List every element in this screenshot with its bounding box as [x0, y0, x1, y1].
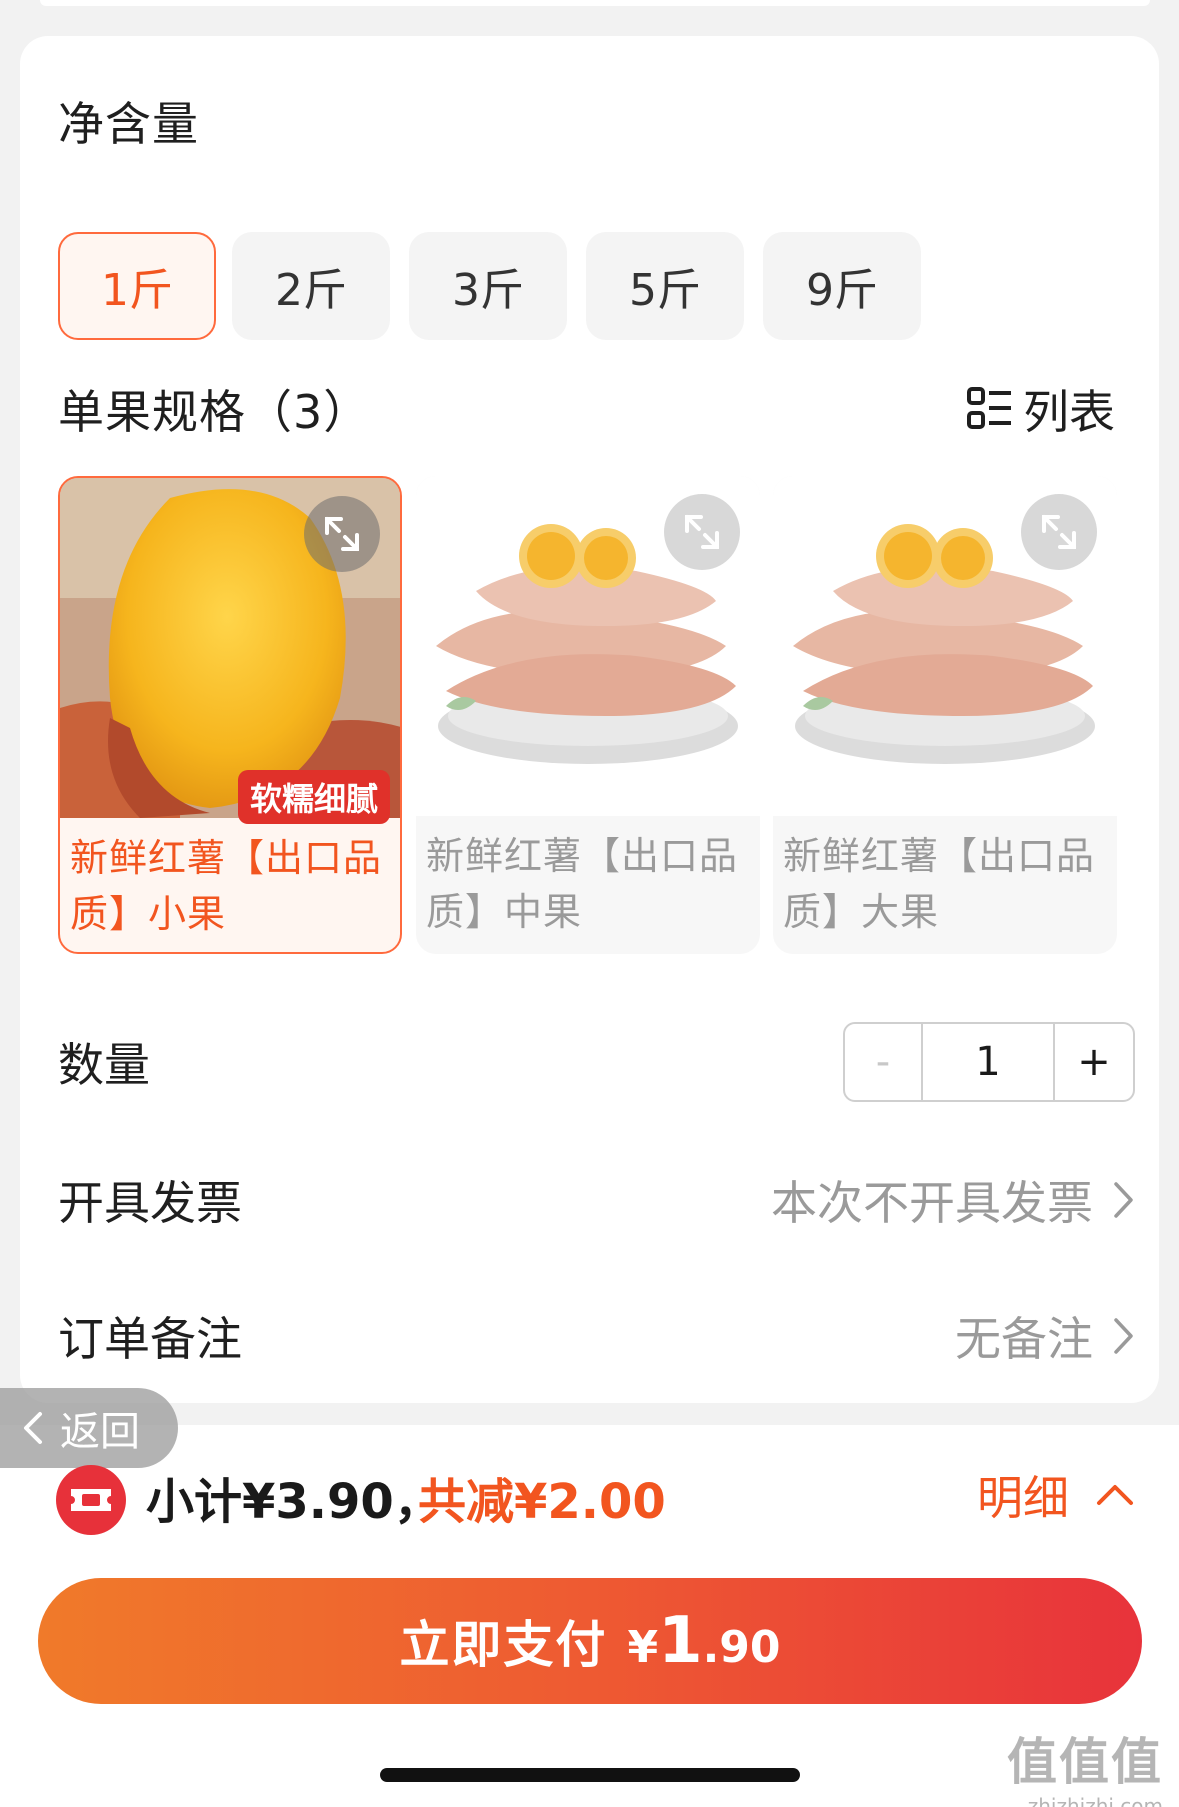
spec-card-medium[interactable]: 新鲜红薯【出口品质】中果	[416, 476, 760, 954]
weight-option-5jin[interactable]: 5斤	[586, 232, 744, 340]
quantity-stepper[interactable]: - 1 +	[843, 1022, 1135, 1102]
expand-icon	[685, 515, 719, 549]
spec-card-small[interactable]: 软糯细腻 新鲜红薯【出口品质】小果	[58, 476, 402, 954]
chevron-right-icon	[1114, 1182, 1133, 1218]
pay-price-dec: .90	[702, 1622, 781, 1673]
invoice-value: 本次不开具发票	[771, 1176, 1093, 1230]
pay-label: 立即支付	[399, 1616, 608, 1674]
quantity-label: 数量	[58, 1038, 150, 1092]
expand-image-button[interactable]	[664, 494, 740, 570]
remark-row[interactable]: 订单备注 无备注	[58, 1296, 1135, 1376]
expand-icon	[1042, 515, 1076, 549]
invoice-row[interactable]: 开具发票 本次不开具发票	[58, 1160, 1135, 1240]
pay-price: ¥ 1 .90	[627, 1604, 780, 1678]
subtotal-text: 小计¥3.90，	[146, 1474, 442, 1530]
watermark-main: 值值值	[1007, 1733, 1163, 1791]
home-indicator[interactable]	[380, 1768, 800, 1782]
expand-image-button[interactable]	[1021, 494, 1097, 570]
chevron-up-icon	[1097, 1485, 1133, 1505]
pay-currency: ¥	[627, 1622, 659, 1673]
spec-label-small: 新鲜红薯【出口品质】小果	[70, 836, 383, 936]
list-icon	[967, 387, 1011, 429]
pay-price-int: 1	[658, 1604, 703, 1678]
feature-badge: 软糯细腻	[237, 770, 390, 824]
chevron-left-icon	[24, 1412, 42, 1444]
spec-label-large: 新鲜红薯【出口品质】大果	[783, 834, 1096, 934]
spec-title: 单果规格（3）	[58, 385, 371, 439]
remark-value: 无备注	[955, 1312, 1093, 1366]
coupon-icon	[56, 1465, 126, 1535]
invoice-value-group: 本次不开具发票	[771, 1167, 1135, 1233]
weight-option-3jin[interactable]: 3斤	[409, 232, 567, 340]
remark-value-group: 无备注	[955, 1303, 1135, 1369]
pay-now-button[interactable]: 立即支付 ¥ 1 .90	[38, 1578, 1142, 1704]
decrement-button[interactable]: -	[845, 1024, 923, 1100]
detail-label: 明细	[977, 1471, 1069, 1525]
list-view-toggle[interactable]: 列表	[967, 376, 1115, 442]
net-weight-title: 净含量	[58, 97, 199, 151]
quantity-row: 数量	[58, 1022, 458, 1102]
list-view-label: 列表	[1023, 385, 1115, 439]
expand-icon	[325, 517, 359, 551]
remark-label: 订单备注	[58, 1312, 242, 1366]
increment-button[interactable]: +	[1055, 1024, 1133, 1100]
weight-option-9jin[interactable]: 9斤	[763, 232, 921, 340]
invoice-label: 开具发票	[58, 1176, 242, 1230]
quantity-value[interactable]: 1	[923, 1024, 1055, 1100]
spec-card-large[interactable]: 新鲜红薯【出口品质】大果	[773, 476, 1117, 954]
spec-label-medium: 新鲜红薯【出口品质】中果	[426, 834, 739, 934]
expand-image-button[interactable]	[304, 496, 380, 572]
price-detail-toggle[interactable]: 明细	[977, 1462, 1135, 1528]
previous-card-edge	[40, 0, 1150, 6]
back-label: 返回	[60, 1409, 140, 1455]
discount-text: 共减¥2.00	[418, 1474, 666, 1530]
weight-option-1jin[interactable]: 1斤	[58, 232, 216, 340]
watermark-sub: zhizhizhi.com	[1027, 1794, 1163, 1807]
chevron-right-icon	[1114, 1318, 1133, 1354]
site-watermark: 值值值 zhizhizhi.com	[1007, 1722, 1163, 1807]
back-button[interactable]: 返回	[0, 1388, 178, 1468]
weight-option-2jin[interactable]: 2斤	[232, 232, 390, 340]
